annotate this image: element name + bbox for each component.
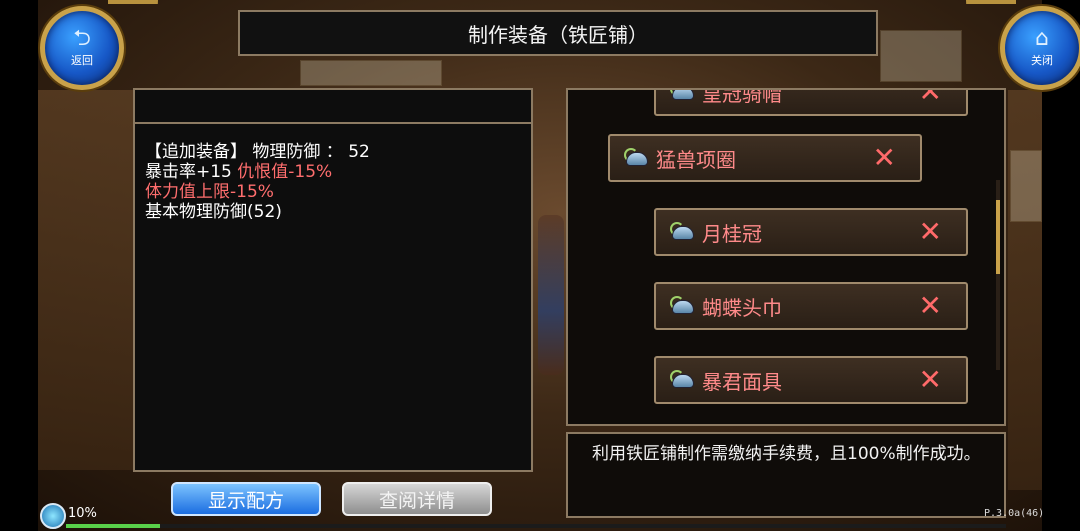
- back-arrow-icon: ⮌: [73, 26, 91, 51]
- view-details-button[interactable]: 查阅详情: [342, 482, 492, 516]
- hate-value: 仇恨值-15%: [237, 162, 333, 182]
- stats-text: 【追加装备】 物理防御 ： 52 暴击率+15 仇恨值-15% 体力值上限-15…: [145, 142, 515, 222]
- wall-notice: [1010, 150, 1042, 222]
- scrollbar-thumb[interactable]: [996, 200, 1000, 274]
- close-label: 关闭: [1031, 54, 1053, 67]
- item-name: 猛兽项圈: [656, 147, 736, 172]
- recipe-list[interactable]: 皇冠骑帽 ✕ 猛兽项圈 ✕ 月桂冠 ✕ 蝴蝶头巾 ✕ 暴君面具 ✕: [566, 88, 1006, 426]
- version-label: P.3.0a(46): [984, 508, 1045, 519]
- left-letterbox: [0, 0, 38, 531]
- cross-icon[interactable]: ✕: [919, 292, 942, 320]
- experience-percent: 10%: [68, 506, 97, 521]
- title-bar: 制作装备（铁匠铺）: [238, 10, 878, 56]
- home-icon: ⌂: [1035, 26, 1049, 51]
- cross-icon[interactable]: ✕: [919, 90, 942, 106]
- show-recipe-button[interactable]: 显示配方: [171, 482, 321, 516]
- panel-header: [135, 90, 531, 124]
- list-item[interactable]: 蝴蝶头巾 ✕: [654, 282, 968, 330]
- stat-line-4: 基本物理防御(52): [145, 202, 282, 222]
- list-item-selected[interactable]: 猛兽项圈 ✕: [608, 134, 922, 182]
- cross-icon[interactable]: ✕: [919, 218, 942, 246]
- item-name: 皇冠骑帽: [702, 88, 782, 106]
- stat-line-2: 暴击率+15 仇恨值-15%: [145, 162, 515, 182]
- helmet-icon: [624, 148, 648, 168]
- wall-plank: [38, 90, 133, 470]
- back-button[interactable]: ⮌ 返回: [40, 6, 124, 90]
- experience-bar-fill: [66, 524, 160, 528]
- list-item[interactable]: 暴君面具 ✕: [654, 356, 968, 404]
- wall-notice: [300, 60, 442, 86]
- item-name: 暴君面具: [702, 369, 782, 394]
- item-name: 月桂冠: [702, 221, 762, 246]
- helmet-icon: [670, 296, 694, 316]
- helmet-icon: [670, 90, 694, 102]
- info-panel: 利用铁匠铺制作需缴纳手续费，且100%制作成功。: [566, 432, 1006, 518]
- item-name: 蝴蝶头巾: [702, 295, 782, 320]
- crit-rate: 暴击率+15: [145, 162, 238, 182]
- player-character: [538, 215, 564, 375]
- cross-icon[interactable]: ✕: [919, 366, 942, 394]
- experience-bar: [66, 524, 1006, 528]
- helmet-icon: [670, 222, 694, 242]
- wall-notice: [880, 30, 962, 82]
- list-item[interactable]: 皇冠骑帽 ✕: [654, 88, 968, 116]
- equipment-stats-panel: 【追加装备】 物理防御 ： 52 暴击率+15 仇恨值-15% 体力值上限-15…: [133, 88, 533, 472]
- back-label: 返回: [71, 54, 93, 67]
- close-button[interactable]: ⌂ 关闭: [1000, 6, 1080, 90]
- helmet-icon: [670, 370, 694, 390]
- page-title: 制作装备（铁匠铺）: [468, 22, 648, 47]
- stat-line-1: 【追加装备】 物理防御 ： 52: [145, 142, 370, 162]
- info-text: 利用铁匠铺制作需缴纳手续费，且100%制作成功。: [592, 444, 981, 464]
- experience-orb-icon: [40, 503, 66, 529]
- list-item[interactable]: 月桂冠 ✕: [654, 208, 968, 256]
- cross-icon[interactable]: ✕: [873, 144, 896, 172]
- stat-line-3: 体力值上限-15%: [145, 182, 274, 202]
